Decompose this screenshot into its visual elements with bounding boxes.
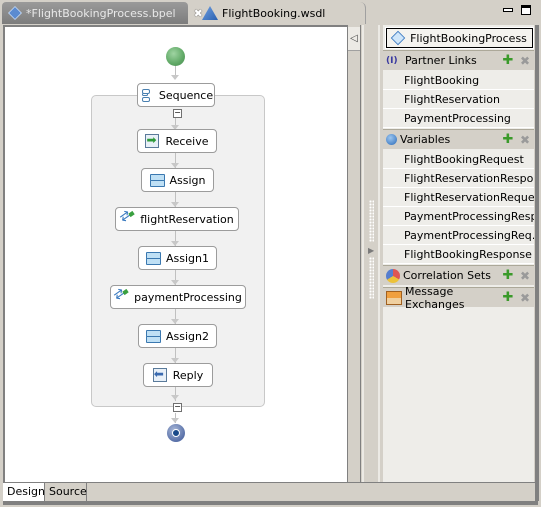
variable-item[interactable]: FlightReservationRequest (383, 188, 534, 207)
collapse-sequence-button[interactable]: − (173, 109, 182, 118)
activity-sequence[interactable]: Sequence (137, 83, 215, 107)
add-message-exchange-icon[interactable]: ✚ (501, 290, 515, 305)
sequence-icon (139, 88, 153, 102)
activity-receive[interactable]: Receive (137, 129, 217, 153)
activity-label: Sequence (158, 88, 214, 102)
frame-shadow (535, 25, 539, 501)
delete-partner-link-icon[interactable]: ✖ (518, 54, 532, 68)
sash-arrow-icon[interactable]: ▶ (368, 246, 374, 255)
section-message-exchanges[interactable]: Message Exchanges ✚ ✖ (383, 285, 534, 311)
maximize-icon[interactable] (521, 5, 531, 15)
reply-icon (152, 367, 167, 382)
process-button[interactable]: FlightBookingProcess (385, 27, 534, 49)
process-tray: FlightBookingProcess (I) Partner Links ✚… (383, 25, 534, 482)
section-label: Correlation Sets (403, 269, 491, 282)
activity-label: Assign (169, 173, 206, 187)
tab-flight-booking-wsdl[interactable]: FlightBooking.wsdl (196, 2, 366, 24)
delete-correlation-set-icon[interactable]: ✖ (518, 269, 532, 283)
editor-page-tabs: Design Source (3, 482, 538, 501)
activity-label: flightReservation (140, 212, 234, 226)
message-exchange-icon (386, 290, 402, 305)
activity-reply[interactable]: Reply (143, 363, 213, 387)
bpel-process-icon (8, 6, 22, 20)
invoke-icon (114, 290, 128, 304)
assign-icon (149, 173, 165, 187)
process-label: FlightBookingProcess (410, 31, 527, 45)
activity-label: Reply (172, 368, 204, 382)
variable-item[interactable]: FlightBookingRequest (383, 150, 534, 169)
connector-arrow (171, 418, 179, 423)
activity-invoke-flight-reservation[interactable]: flightReservation (115, 207, 239, 231)
activity-label: Receive (165, 134, 209, 148)
add-partner-link-icon[interactable]: ✚ (501, 53, 515, 68)
variable-item[interactable]: PaymentProcessingReq… (383, 226, 534, 245)
activity-assign1[interactable]: Assign1 (138, 246, 217, 270)
assign-icon (146, 251, 161, 265)
delete-message-exchange-icon[interactable]: ✖ (518, 291, 532, 305)
section-label: Partner Links (405, 54, 477, 67)
minimize-icon[interactable] (503, 8, 513, 12)
assign-icon (146, 329, 161, 343)
partner-link-item[interactable]: FlightBooking (383, 71, 534, 90)
variable-item[interactable]: FlightBookingResponse (383, 245, 534, 264)
collapse-sequence-end-button[interactable]: − (173, 403, 182, 412)
variable-item[interactable]: FlightReservationRespo… (383, 169, 534, 188)
connector-arrow (171, 395, 179, 400)
correlation-set-icon (386, 268, 400, 283)
sash-highlight (378, 25, 380, 482)
section-label: Variables (400, 133, 451, 146)
delete-variable-icon[interactable]: ✖ (518, 133, 532, 147)
partner-link-item[interactable]: FlightReservation (383, 90, 534, 109)
tab-label: *FlightBookingProcess.bpel (26, 6, 176, 20)
partner-link-item[interactable]: PaymentProcessing (383, 109, 534, 128)
tab-source[interactable]: Source (45, 483, 87, 501)
frame-shadow (3, 501, 538, 505)
section-correlation-sets[interactable]: Correlation Sets ✚ ✖ (383, 265, 534, 285)
connector-arrow (171, 75, 179, 80)
editor-window: *FlightBookingProcess.bpel ✖ FlightBooki… (0, 0, 541, 507)
receive-icon (145, 133, 160, 148)
section-variables[interactable]: Variables ✚ ✖ (383, 129, 534, 149)
tab-label: FlightBooking.wsdl (222, 6, 326, 20)
window-controls (503, 5, 531, 15)
editor-tab-strip: *FlightBookingProcess.bpel ✖ FlightBooki… (0, 0, 541, 25)
activity-label: paymentProcessing (134, 290, 242, 304)
tray-sash[interactable]: ▶ (362, 25, 382, 482)
process-icon (390, 30, 406, 46)
sash-grip[interactable] (369, 257, 374, 299)
variable-icon (386, 134, 397, 145)
tab-flight-booking-process-bpel[interactable]: *FlightBookingProcess.bpel ✖ (2, 2, 203, 24)
partner-link-icon: (I) (386, 55, 398, 66)
sash-grip[interactable] (369, 200, 374, 242)
wsdl-icon (202, 6, 218, 20)
section-label: Message Exchanges (405, 284, 465, 311)
add-correlation-set-icon[interactable]: ✚ (501, 268, 515, 283)
variable-item[interactable]: PaymentProcessingResp… (383, 207, 534, 226)
sash-highlight (362, 25, 364, 482)
add-variable-icon[interactable]: ✚ (501, 132, 515, 147)
activity-label: Assign1 (166, 251, 209, 265)
end-node[interactable] (167, 424, 185, 442)
activity-assign2[interactable]: Assign2 (138, 324, 217, 348)
start-node[interactable] (166, 47, 185, 66)
section-partner-links[interactable]: (I) Partner Links ✚ ✖ (383, 50, 534, 70)
activity-assign[interactable]: Assign (141, 168, 214, 192)
activity-label: Assign2 (166, 329, 209, 343)
tab-design[interactable]: Design (3, 483, 45, 501)
invoke-icon (120, 212, 134, 226)
activity-invoke-payment-processing[interactable]: paymentProcessing (110, 285, 246, 309)
palette-strip: ◁ (347, 25, 361, 482)
show-palette-button[interactable]: ◁ (348, 27, 360, 51)
design-canvas[interactable]: Sequence − Receive Assign flightReservat… (3, 25, 347, 482)
